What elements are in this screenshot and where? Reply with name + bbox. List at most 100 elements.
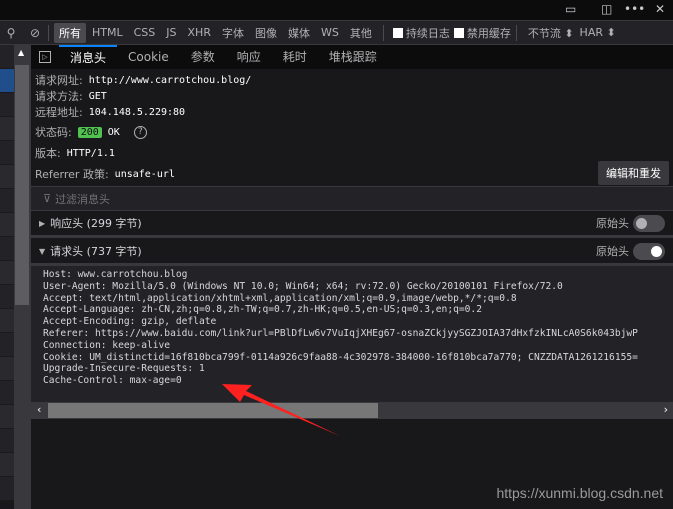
header-line: Cache-Control: max-age=0: [43, 375, 182, 387]
scrollbar-thumb[interactable]: [15, 65, 29, 305]
request-list: [0, 45, 14, 509]
request-row[interactable]: [0, 405, 14, 429]
filter-xhr[interactable]: XHR: [183, 24, 216, 41]
toggle-knob: [636, 217, 647, 229]
filter-fonts[interactable]: 字体: [217, 23, 249, 43]
filter-placeholder: 过滤消息头: [55, 192, 111, 206]
request-row[interactable]: [0, 357, 14, 381]
filter-css[interactable]: CSS: [129, 24, 161, 41]
response-headers-section[interactable]: ▶ 响应头 (299 字节) 原始头: [31, 211, 673, 238]
header-line: Accept-Encoding: gzip, deflate: [43, 316, 217, 328]
request-row[interactable]: [0, 141, 14, 165]
filter-all[interactable]: 所有: [54, 22, 86, 43]
request-row[interactable]: [0, 381, 14, 405]
filter-ws[interactable]: WS: [316, 24, 344, 41]
toggle-sidebar-icon[interactable]: ▷: [39, 51, 51, 63]
raw-label: 原始头: [596, 245, 629, 258]
vertical-scrollbar[interactable]: ▲: [14, 45, 31, 509]
split-icon[interactable]: ◫: [601, 2, 612, 16]
more-icon[interactable]: •••: [624, 2, 645, 16]
request-row[interactable]: [0, 117, 14, 141]
scrollbar-thumb[interactable]: [48, 403, 378, 418]
disable-cache-label: 禁用缓存: [466, 26, 511, 40]
clear-icon[interactable]: ⊘: [27, 26, 43, 40]
toggle-knob: [651, 245, 662, 257]
url-row: 请求网址: http://www.carrotchou.blog/: [35, 72, 251, 88]
scroll-left-icon[interactable]: ‹: [37, 403, 41, 416]
tab-cookie[interactable]: Cookie: [117, 45, 180, 69]
raw-headers-toggle[interactable]: [633, 242, 665, 260]
request-row-selected[interactable]: [0, 69, 14, 93]
dock-icon[interactable]: ▭: [565, 2, 576, 16]
header-line: Cookie: UM_distinctid=16f810bca799f-0114…: [43, 351, 638, 363]
raw-headers-toggle[interactable]: [633, 214, 665, 232]
header-line: Host: www.carrotchou.blog: [43, 269, 188, 280]
request-row[interactable]: [0, 93, 14, 117]
filter-headers-input[interactable]: ⊽ 过滤消息头: [31, 186, 673, 211]
search-icon[interactable]: ⚲: [3, 26, 19, 40]
header-line: Accept-Language: zh-CN,zh;q=0.8,zh-TW;q=…: [43, 304, 482, 316]
version-row: 版本: HTTP/1.1: [35, 145, 115, 161]
url-label: 请求网址:: [35, 74, 83, 87]
remote-value: 104.148.5.229:80: [88, 106, 186, 118]
filter-media[interactable]: 媒体: [283, 23, 315, 43]
header-line: User-Agent: Mozilla/5.0 (Windows NT 10.0…: [43, 280, 563, 292]
scroll-up-icon[interactable]: ▲: [18, 48, 24, 57]
tab-headers[interactable]: 消息头: [59, 45, 118, 69]
expand-icon[interactable]: ▶: [39, 219, 45, 228]
filter-js[interactable]: JS: [161, 24, 181, 41]
edit-and-resend-button[interactable]: 编辑和重发: [598, 161, 669, 185]
request-row[interactable]: [0, 189, 14, 213]
request-row[interactable]: [0, 453, 14, 477]
raw-request-headers[interactable]: Host: www.carrotchou.blog User-Agent: Mo…: [31, 266, 673, 419]
throttle-select[interactable]: 不节流 ⬍: [528, 25, 574, 41]
filter-other[interactable]: 其他: [345, 23, 377, 43]
checkbox-box[interactable]: [453, 27, 464, 38]
request-row[interactable]: [0, 261, 14, 285]
tab-params[interactable]: 参数: [180, 45, 226, 69]
remote-label: 远程地址:: [35, 106, 83, 119]
response-headers-title: 响应头 (299 字节): [50, 217, 142, 230]
scroll-right-icon[interactable]: ›: [664, 403, 668, 416]
request-row[interactable]: [0, 237, 14, 261]
close-icon[interactable]: ✕: [655, 2, 665, 16]
request-row[interactable]: [0, 165, 14, 189]
header-line: Referer: https://www.baidu.com/link?url=…: [43, 327, 638, 339]
header-line: Upgrade-Insecure-Requests: 1: [43, 363, 205, 375]
disable-cache-checkbox[interactable]: 禁用缓存: [453, 25, 511, 41]
divider: [382, 24, 384, 41]
horizontal-scrollbar[interactable]: ‹ ›: [31, 402, 673, 419]
request-row[interactable]: [0, 429, 14, 453]
persist-logs-label: 持续日志: [405, 26, 450, 40]
persist-logs-checkbox[interactable]: 持续日志: [392, 25, 450, 41]
url-value: http://www.carrotchou.blog/: [88, 74, 252, 86]
status-row: 状态码: 200 OK?: [35, 124, 147, 140]
tab-stack-trace[interactable]: 堆栈跟踪: [318, 45, 388, 69]
window-titlebar: ▭ ◫ ••• ✕: [0, 0, 673, 20]
filter-html[interactable]: HTML: [87, 24, 128, 41]
har-menu[interactable]: HAR ⬍: [580, 26, 616, 39]
version-label: 版本:: [35, 147, 61, 160]
request-row[interactable]: [0, 333, 14, 357]
checkbox-box[interactable]: [392, 27, 403, 38]
remote-row: 远程地址: 104.148.5.229:80: [35, 104, 185, 120]
watermark: https://xunmi.blog.csdn.net: [496, 485, 663, 501]
method-label: 请求方法:: [35, 90, 83, 103]
tab-response[interactable]: 响应: [226, 45, 272, 69]
divider: [48, 24, 49, 41]
request-headers-section[interactable]: ▼ 请求头 (737 字节) 原始头: [31, 239, 673, 266]
request-row[interactable]: [0, 213, 14, 237]
request-row[interactable]: [0, 477, 14, 501]
method-value: GET: [88, 90, 107, 102]
request-row[interactable]: [0, 309, 14, 333]
collapse-icon[interactable]: ▼: [39, 247, 45, 256]
status-label: 状态码:: [35, 126, 72, 139]
referrer-row: Referrer 政策: unsafe-url: [35, 166, 175, 182]
filter-images[interactable]: 图像: [250, 23, 282, 43]
header-line: Accept: text/html,application/xhtml+xml,…: [43, 292, 517, 304]
help-icon[interactable]: ?: [133, 125, 147, 139]
tab-timings[interactable]: 耗时: [272, 45, 318, 69]
status-badge: 200: [77, 126, 102, 138]
request-row[interactable]: [0, 45, 14, 69]
request-row[interactable]: [0, 285, 14, 309]
